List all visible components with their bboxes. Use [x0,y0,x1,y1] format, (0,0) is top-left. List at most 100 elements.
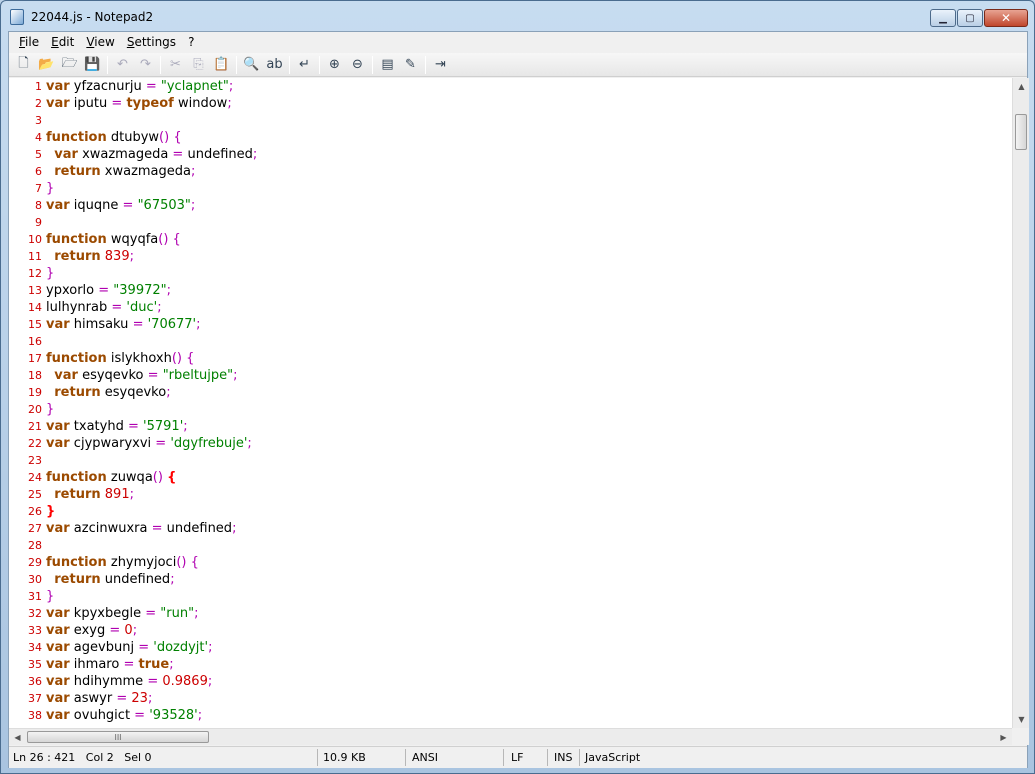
maximize-button[interactable]: ▢ [957,9,983,27]
code-line[interactable]: 22 var cjypwaryxvi = 'dgyfrebuje'; [9,435,1012,452]
code-line[interactable]: 18 var esyqevko = "rbeltujpe"; [9,367,1012,384]
word-wrap-icon[interactable]: ↵ [293,54,316,76]
code-line[interactable]: 15 var himsaku = '70677'; [9,316,1012,333]
line-number: 9 [35,216,42,229]
paste-icon[interactable]: 📋 [210,54,233,76]
code-lines[interactable]: 1 var yfzacnurju = "yclapnet"; 2 var iputu … [9,78,1012,724]
code-token: ; [129,249,134,264]
minimize-button[interactable]: ▁ [930,9,956,27]
menu-settings[interactable]: Settings [121,35,182,49]
code-line[interactable]: 12} [9,265,1012,282]
code-token: = [151,521,163,536]
code-line[interactable]: 17 function islykhoxh() { [9,350,1012,367]
menu-view[interactable]: View [80,35,120,49]
scroll-left-icon[interactable]: ◀ [9,729,26,746]
editor-area[interactable]: 1 var yfzacnurju = "yclapnet"; 2 var iputu … [9,78,1012,728]
code-line[interactable]: 24 function zuwqa() { [9,469,1012,486]
redo-icon[interactable]: ↷ [134,54,157,76]
code-line[interactable]: 28 [9,537,1012,554]
code-token: esyqevko [100,385,167,400]
status-lexer[interactable]: JavaScript [585,751,640,764]
code-line[interactable]: 35 var ihmaro = true; [9,656,1012,673]
browse-icon[interactable]: 🗁 [58,54,81,76]
code-line[interactable]: 30 return undefined; [9,571,1012,588]
replace-icon[interactable]: ab [263,54,286,76]
code-line[interactable]: 19 return esyqevko; [9,384,1012,401]
status-encoding[interactable]: ANSI [412,751,438,764]
save-icon[interactable]: 💾 [81,54,104,76]
code-line[interactable]: 29 function zhymyjoci() { [9,554,1012,571]
code-line[interactable]: 32 var kpyxbegle = "run"; [9,605,1012,622]
line-number: 14 [28,301,42,314]
code-line[interactable]: 27 var azcinwuxra = undefined; [9,520,1012,537]
horizontal-scroll-thumb[interactable]: III [27,731,209,743]
code-line[interactable]: 37 var aswyr = 23; [9,690,1012,707]
code-text: return xwazmageda; [46,163,195,180]
grip-label: III [114,732,122,742]
status-eol[interactable]: LF [511,751,523,764]
status-insert-mode[interactable]: INS [554,751,572,764]
code-line[interactable]: 20} [9,401,1012,418]
code-token: = [123,657,135,672]
cut-icon[interactable]: ✂ [164,54,187,76]
zoom-in-icon[interactable]: ⊕ [323,54,346,76]
customize-scheme-icon[interactable]: ✎ [399,54,422,76]
code-token: function [46,351,107,366]
code-line[interactable]: 31} [9,588,1012,605]
menu-accelerator: E [51,35,59,49]
code-line[interactable]: 13 ypxorlo = "39972"; [9,282,1012,299]
find-icon[interactable]: 🔍 [240,54,263,76]
code-line[interactable]: 36 var hdihymme = 0.9869; [9,673,1012,690]
code-token: typeof [126,96,174,111]
code-line[interactable]: 7} [9,180,1012,197]
close-button[interactable]: ✕ [984,9,1028,27]
code-line[interactable]: 34 var agevbunj = 'dozdyjt'; [9,639,1012,656]
code-line[interactable]: 23 [9,452,1012,469]
code-line[interactable]: 6 return xwazmageda; [9,163,1012,180]
code-line[interactable]: 1 var yfzacnurju = "yclapnet"; [9,78,1012,95]
scheme-icon[interactable]: ▤ [376,54,399,76]
code-line[interactable]: 10 function wqyqfa() { [9,231,1012,248]
code-line[interactable]: 33 var exyg = 0; [9,622,1012,639]
new-file-icon[interactable]: 🗋 [12,54,35,76]
code-line[interactable]: 5 var xwazmageda = undefined; [9,146,1012,163]
horizontal-scrollbar[interactable]: ◀ III ▶ [9,728,1012,745]
exit-icon[interactable]: ⇥ [429,54,452,76]
code-line[interactable]: 38 var ovuhgict = '93528'; [9,707,1012,724]
menu-help[interactable]: ? [182,35,200,49]
line-number: 29 [28,556,42,569]
scroll-right-icon[interactable]: ▶ [995,729,1012,746]
code-line[interactable]: 11 return 839; [9,248,1012,265]
line-number: 38 [28,709,42,722]
code-line[interactable]: 14 lulhynrab = 'duc'; [9,299,1012,316]
menu-edit[interactable]: Edit [45,35,80,49]
code-line[interactable]: 9 [9,214,1012,231]
code-token: islykhoxh [106,351,172,366]
line-number: 26 [28,505,42,518]
notepad-app-icon[interactable] [10,9,24,25]
zoom-out-icon[interactable]: ⊖ [346,54,369,76]
code-text: var ovuhgict = '93528'; [46,707,202,724]
vertical-scroll-thumb[interactable] [1015,114,1027,150]
code-token: zhymyjoci [106,555,177,570]
code-line[interactable]: 8 var iquqne = "67503"; [9,197,1012,214]
code-line[interactable]: 2 var iputu = typeof window; [9,95,1012,112]
code-line[interactable]: 4 function dtubyw() { [9,129,1012,146]
code-line[interactable]: 26} [9,503,1012,520]
code-line[interactable]: 16 [9,333,1012,350]
vertical-scrollbar[interactable]: ▲ ▼ [1012,78,1029,728]
code-line[interactable]: 3 [9,112,1012,129]
code-token: hdihymme [69,674,148,689]
code-line[interactable]: 21 var txatyhd = '5791'; [9,418,1012,435]
code-text: var exyg = 0; [46,622,137,639]
code-token: undefined [162,521,233,536]
title-bar[interactable]: 22044.js - Notepad2 ▁ ▢ ✕ [1,1,1034,31]
undo-icon[interactable]: ↶ [111,54,134,76]
copy-icon[interactable]: ⎘ [187,54,210,76]
code-line[interactable]: 25 return 891; [9,486,1012,503]
code-text: var himsaku = '70677'; [46,316,201,333]
menu-file[interactable]: File [13,35,45,49]
scroll-up-icon[interactable]: ▲ [1013,78,1030,95]
scroll-down-icon[interactable]: ▼ [1013,711,1030,728]
open-file-icon[interactable]: 📂 [35,54,58,76]
